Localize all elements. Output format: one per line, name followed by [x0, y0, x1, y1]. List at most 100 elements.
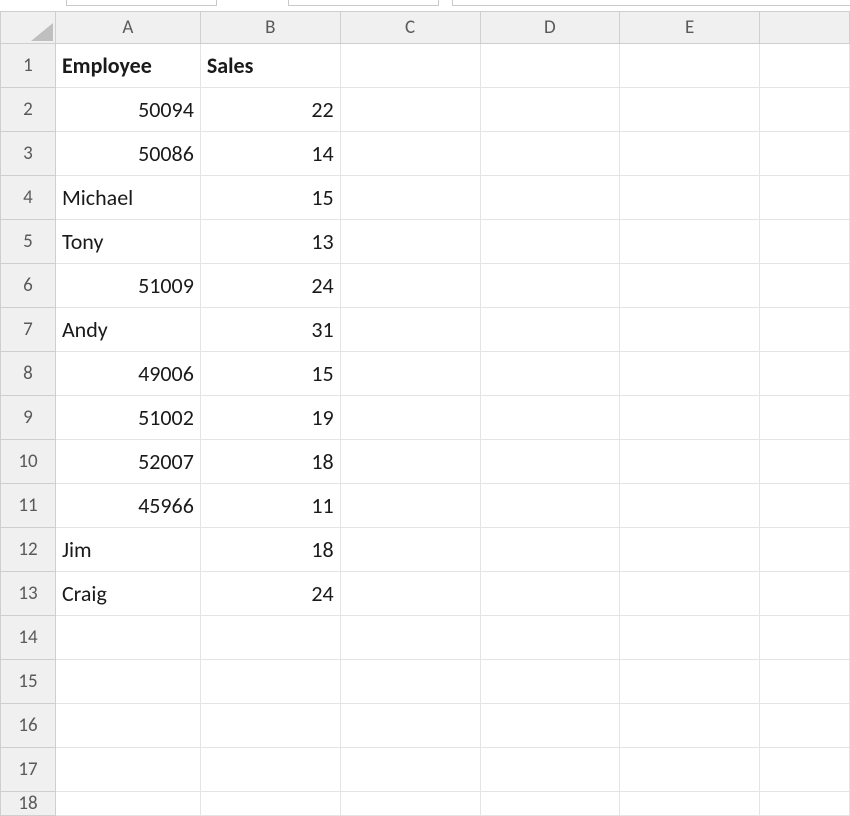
cell-B13[interactable]: 24: [200, 572, 340, 616]
cell-E13[interactable]: [620, 572, 760, 616]
cell-F17[interactable]: [760, 748, 850, 792]
cell-C17[interactable]: [340, 748, 480, 792]
cell-B3[interactable]: 14: [200, 132, 340, 176]
cell-C4[interactable]: [340, 176, 480, 220]
cell-A3[interactable]: 50086: [55, 132, 200, 176]
cell-F7[interactable]: [760, 308, 850, 352]
cell-C14[interactable]: [340, 616, 480, 660]
row-header-7[interactable]: 7: [1, 308, 56, 352]
cell-E11[interactable]: [620, 484, 760, 528]
cell-A2[interactable]: 50094: [55, 88, 200, 132]
cell-D7[interactable]: [480, 308, 620, 352]
cell-D8[interactable]: [480, 352, 620, 396]
cell-F14[interactable]: [760, 616, 850, 660]
cell-A17[interactable]: [55, 748, 200, 792]
cell-F3[interactable]: [760, 132, 850, 176]
cell-E3[interactable]: [620, 132, 760, 176]
cell-E16[interactable]: [620, 704, 760, 748]
cell-C11[interactable]: [340, 484, 480, 528]
cell-C8[interactable]: [340, 352, 480, 396]
cell-B9[interactable]: 19: [200, 396, 340, 440]
cell-C9[interactable]: [340, 396, 480, 440]
cell-C18[interactable]: [340, 792, 480, 816]
cell-B7[interactable]: 31: [200, 308, 340, 352]
row-header-8[interactable]: 8: [1, 352, 56, 396]
cell-B16[interactable]: [200, 704, 340, 748]
cell-A12[interactable]: Jim: [55, 528, 200, 572]
cell-D4[interactable]: [480, 176, 620, 220]
cell-B12[interactable]: 18: [200, 528, 340, 572]
cell-A9[interactable]: 51002: [55, 396, 200, 440]
cell-C16[interactable]: [340, 704, 480, 748]
cell-D1[interactable]: [480, 44, 620, 88]
cell-D17[interactable]: [480, 748, 620, 792]
cell-C5[interactable]: [340, 220, 480, 264]
cell-E5[interactable]: [620, 220, 760, 264]
cell-F6[interactable]: [760, 264, 850, 308]
cell-A4[interactable]: Michael: [55, 176, 200, 220]
column-header-C[interactable]: C: [340, 12, 480, 44]
cell-C6[interactable]: [340, 264, 480, 308]
cell-F16[interactable]: [760, 704, 850, 748]
cell-B11[interactable]: 11: [200, 484, 340, 528]
cell-D10[interactable]: [480, 440, 620, 484]
cell-D9[interactable]: [480, 396, 620, 440]
row-header-4[interactable]: 4: [1, 176, 56, 220]
cell-E2[interactable]: [620, 88, 760, 132]
cell-D12[interactable]: [480, 528, 620, 572]
cell-E6[interactable]: [620, 264, 760, 308]
row-header-11[interactable]: 11: [1, 484, 56, 528]
row-header-2[interactable]: 2: [1, 88, 56, 132]
cell-A16[interactable]: [55, 704, 200, 748]
cell-D3[interactable]: [480, 132, 620, 176]
cell-A8[interactable]: 49006: [55, 352, 200, 396]
cell-A13[interactable]: Craig: [55, 572, 200, 616]
row-header-10[interactable]: 10: [1, 440, 56, 484]
cell-F2[interactable]: [760, 88, 850, 132]
cell-A18[interactable]: [55, 792, 200, 816]
cell-E1[interactable]: [620, 44, 760, 88]
row-header-5[interactable]: 5: [1, 220, 56, 264]
cell-F8[interactable]: [760, 352, 850, 396]
cell-F11[interactable]: [760, 484, 850, 528]
cell-B1[interactable]: Sales: [200, 44, 340, 88]
cell-E14[interactable]: [620, 616, 760, 660]
column-header-B[interactable]: B: [200, 12, 340, 44]
cell-C13[interactable]: [340, 572, 480, 616]
row-header-15[interactable]: 15: [1, 660, 56, 704]
cell-F9[interactable]: [760, 396, 850, 440]
cell-C12[interactable]: [340, 528, 480, 572]
row-header-13[interactable]: 13: [1, 572, 56, 616]
cell-B15[interactable]: [200, 660, 340, 704]
column-header-D[interactable]: D: [480, 12, 620, 44]
cell-C3[interactable]: [340, 132, 480, 176]
cell-A1[interactable]: Employee: [55, 44, 200, 88]
row-header-12[interactable]: 12: [1, 528, 56, 572]
row-header-1[interactable]: 1: [1, 44, 56, 88]
cell-B14[interactable]: [200, 616, 340, 660]
cell-E7[interactable]: [620, 308, 760, 352]
cell-B5[interactable]: 13: [200, 220, 340, 264]
cell-F1[interactable]: [760, 44, 850, 88]
cell-D13[interactable]: [480, 572, 620, 616]
row-header-3[interactable]: 3: [1, 132, 56, 176]
cell-E18[interactable]: [620, 792, 760, 816]
cell-B8[interactable]: 15: [200, 352, 340, 396]
cell-C10[interactable]: [340, 440, 480, 484]
row-header-16[interactable]: 16: [1, 704, 56, 748]
cell-D14[interactable]: [480, 616, 620, 660]
cell-A7[interactable]: Andy: [55, 308, 200, 352]
cell-B17[interactable]: [200, 748, 340, 792]
cell-A11[interactable]: 45966: [55, 484, 200, 528]
cell-F5[interactable]: [760, 220, 850, 264]
cell-F10[interactable]: [760, 440, 850, 484]
cell-E8[interactable]: [620, 352, 760, 396]
cell-C2[interactable]: [340, 88, 480, 132]
cell-D15[interactable]: [480, 660, 620, 704]
cell-E9[interactable]: [620, 396, 760, 440]
row-header-14[interactable]: 14: [1, 616, 56, 660]
cell-C15[interactable]: [340, 660, 480, 704]
cell-C1[interactable]: [340, 44, 480, 88]
cell-A6[interactable]: 51009: [55, 264, 200, 308]
cell-B10[interactable]: 18: [200, 440, 340, 484]
